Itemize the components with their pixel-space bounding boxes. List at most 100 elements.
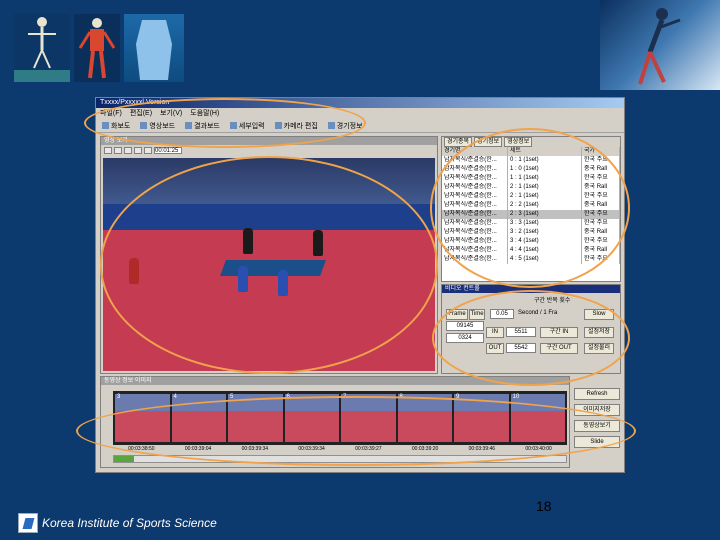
table-row[interactable]: 남자복식/준결승(한... 4 : 4 (1set) 중국 Rall <box>442 246 620 255</box>
toolbar-button-result-board[interactable]: 결과보드 <box>183 121 222 131</box>
frame-button[interactable]: Frame <box>446 309 468 320</box>
pause-icon[interactable] <box>124 147 132 154</box>
film-frame[interactable]: 4 <box>171 394 226 442</box>
table-row[interactable]: 남자복식/준결승(한... 2 : 3 (1set) 한국 주요 <box>442 210 620 219</box>
slide-button[interactable]: Slide <box>574 436 620 448</box>
table-cell: 남자복식/준결승(한... <box>442 201 508 210</box>
page-number: 18 <box>536 498 552 514</box>
player <box>238 266 248 292</box>
tab-video-info[interactable]: 영상정보 <box>504 137 533 147</box>
match-video[interactable] <box>103 158 435 371</box>
frame-value: 09145 <box>446 321 484 331</box>
out-button[interactable]: OUT <box>486 343 504 354</box>
table-row[interactable]: 남자복식/준결승(한... 1 : 0 (1set) 중국 Rall <box>442 165 620 174</box>
video-pane-caption: 영상 보기 <box>101 137 437 145</box>
athlete-icon <box>638 8 681 85</box>
table-row[interactable]: 남자복식/준결승(한... 3 : 3 (1set) 한국 주요 <box>442 219 620 228</box>
in-button[interactable]: IN <box>486 327 504 338</box>
muscle-thumbnail <box>74 14 120 82</box>
table-row[interactable]: 남자복식/준결승(한... 4 : 5 (1set) 한국 주요 <box>442 255 620 264</box>
table-cell: 1 : 1 (1set) <box>508 174 582 183</box>
table-cell: 3 : 3 (1set) <box>508 219 582 228</box>
tab-match-info[interactable]: 경기정보 <box>474 137 503 147</box>
tab-event[interactable]: 경기종목 <box>444 137 473 147</box>
player <box>313 230 323 256</box>
save-image-button[interactable]: 이미지저장 <box>574 404 620 416</box>
slow-button[interactable]: Slow <box>584 309 614 320</box>
ping-pong-table <box>220 260 326 276</box>
film-frame[interactable]: 3 <box>115 394 170 442</box>
table-row[interactable]: 남자복식/준결승(한... 2 : 1 (1set) 한국 주요 <box>442 192 620 201</box>
frame-label: 6 <box>286 394 290 400</box>
play-icon[interactable] <box>114 147 122 154</box>
video-board-icon <box>140 122 148 129</box>
toolbar-button-camera-edit[interactable]: 카메라 편집 <box>273 121 320 131</box>
result-board-icon <box>185 122 193 129</box>
camera-icon <box>274 122 282 129</box>
toolbar-button-match-info[interactable]: 경기정보 <box>326 121 365 131</box>
toolbar-button-overview[interactable]: 화보도 <box>100 121 132 131</box>
table-cell: 2 : 3 (1set) <box>508 210 582 219</box>
rewind-icon[interactable] <box>134 147 142 154</box>
table-cell: 남자복식/준결승(한... <box>442 174 508 183</box>
film-frame[interactable]: 7 <box>341 394 396 442</box>
table-row[interactable]: 남자복식/준결승(한... 2 : 2 (1set) 중국 Rall <box>442 201 620 210</box>
menu-view[interactable]: 보기(V) <box>160 108 182 119</box>
film-frame[interactable]: 5 <box>228 394 283 442</box>
table-row[interactable]: 남자복식/준결승(한... 0 : 1 (1set) 한국 주요 <box>442 156 620 165</box>
video-controls: 00:01:25 <box>101 145 437 156</box>
table-cell: 한국 주요 <box>582 255 620 264</box>
filmstrip-scrollbar[interactable] <box>113 455 567 463</box>
out-flag-button[interactable]: 구간 OUT <box>540 343 578 354</box>
table-cell: 중국 Rall <box>582 228 620 237</box>
rally-list-pane: 경기종목 경기정보 영상정보 경기명 세트 국가 남자복식/준결승(한... 0 … <box>441 136 621 282</box>
table-cell: 남자복식/준결승(한... <box>442 192 508 201</box>
table-row[interactable]: 남자복식/준결승(한... 3 : 2 (1set) 중국 Rall <box>442 228 620 237</box>
rate-input[interactable]: 0.05 <box>490 309 514 319</box>
save-settings-button[interactable]: 설정저장 <box>584 327 614 338</box>
column-header[interactable]: 세트 <box>508 147 582 156</box>
menu-help[interactable]: 도움말(H) <box>190 108 219 119</box>
timecode-row: 00:03:38:50 00:03:39:04 00:03:39:34 00:03:3… <box>113 445 567 453</box>
refresh-button[interactable]: Refresh <box>574 388 620 400</box>
overview-icon <box>102 122 109 129</box>
film-frame[interactable]: 9 <box>454 394 509 442</box>
frame-label: 9 <box>456 394 460 400</box>
analysis-app-window: Txxxx/Pxxxxxl Version 파일(F) 편집(E) 보기(V) … <box>95 97 625 473</box>
table-row[interactable]: 남자복식/준결승(한... 3 : 4 (1set) 한국 주요 <box>442 237 620 246</box>
stop-icon[interactable] <box>104 147 112 154</box>
table-cell: 남자복식/준결승(한... <box>442 210 508 219</box>
control-pane-caption: 비디오 컨트롤 <box>442 285 620 293</box>
toolbar-button-video-board[interactable]: 영상보드 <box>138 121 177 131</box>
load-settings-button[interactable]: 설정불러 <box>584 343 614 354</box>
frame-value-2: 0324 <box>446 333 484 343</box>
column-header[interactable]: 경기명 <box>442 147 508 156</box>
menu-file[interactable]: 파일(F) <box>100 108 122 119</box>
advertising-boards <box>103 204 435 230</box>
view-video-button[interactable]: 동영상보기 <box>574 420 620 432</box>
timecode: 00:03:39:46 <box>468 446 496 452</box>
timecode: 00:03:39:34 <box>241 446 269 452</box>
in-flag-button[interactable]: 구간 IN <box>540 327 578 338</box>
scrollbar-thumb[interactable] <box>114 456 134 462</box>
toolbar-button-detail-input[interactable]: 세부입력 <box>228 121 267 131</box>
film-frame[interactable]: 8 <box>397 394 452 442</box>
table-row[interactable]: 남자복식/준결승(한... 2 : 1 (1set) 중국 Rall <box>442 183 620 192</box>
forward-icon[interactable] <box>144 147 152 154</box>
table-cell: 중국 Rall <box>582 183 620 192</box>
rate-unit: Second / 1 Fra <box>518 310 558 316</box>
frame-label: 7 <box>343 394 347 400</box>
position-display: 00:01:25 <box>154 147 182 154</box>
table-cell: 4 : 5 (1set) <box>508 255 582 264</box>
frame-label: 4 <box>173 394 177 400</box>
table-cell: 2 : 1 (1set) <box>508 192 582 201</box>
menu-edit[interactable]: 편집(E) <box>130 108 152 119</box>
film-frame[interactable]: 6 <box>284 394 339 442</box>
film-frame[interactable]: 10 <box>510 394 565 442</box>
column-header[interactable]: 국가 <box>582 147 620 156</box>
time-button[interactable]: Time <box>469 309 485 320</box>
filmstrip-pane: 동영상 정보 이미지 3 4 5 6 7 8 9 10 00:03:38:50 00:03:39… <box>100 376 570 468</box>
table-cell: 남자복식/준결승(한... <box>442 237 508 246</box>
torso-thumbnail <box>124 14 184 82</box>
table-row[interactable]: 남자복식/준결승(한... 1 : 1 (1set) 한국 주요 <box>442 174 620 183</box>
